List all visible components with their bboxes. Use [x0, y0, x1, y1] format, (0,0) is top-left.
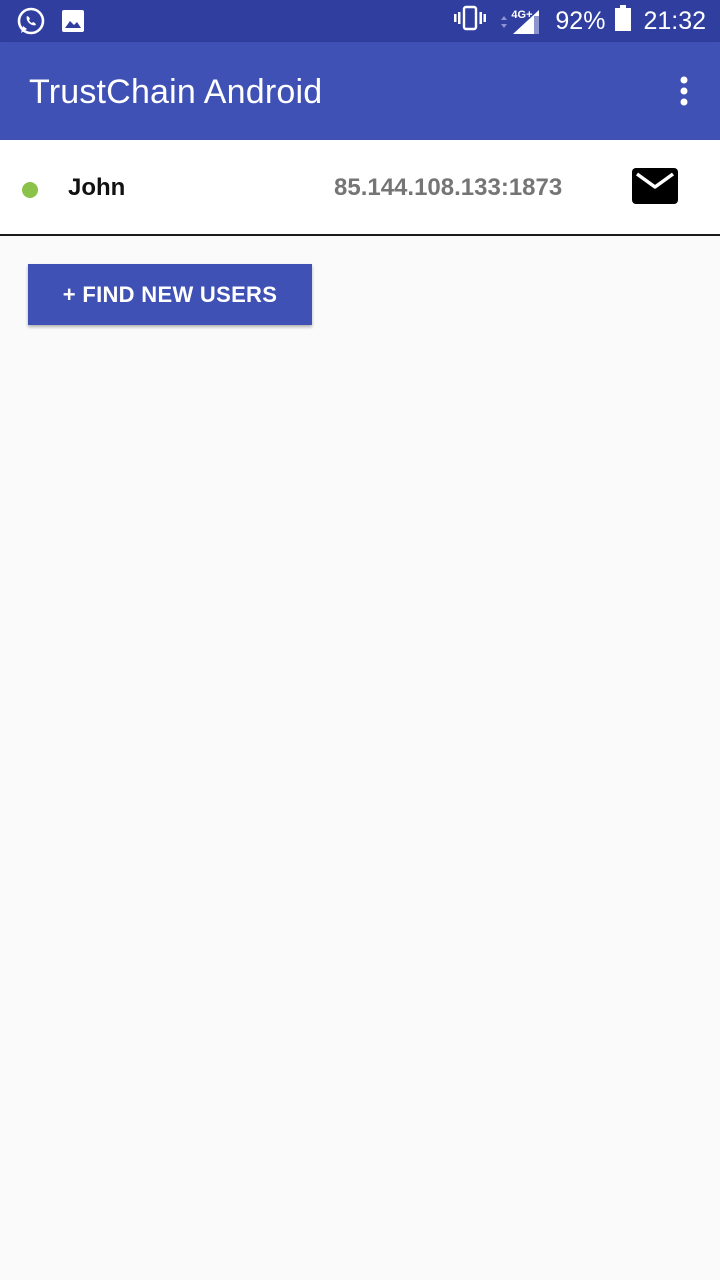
status-bar: 4G+ 92% 21:32: [0, 0, 720, 42]
app-title: TrustChain Android: [29, 73, 323, 111]
user-address: 85.144.108.133:1873: [334, 174, 563, 201]
network-type-label: 4G+: [511, 9, 533, 21]
battery-percent: 92%: [555, 6, 606, 35]
user-name: John: [68, 174, 126, 201]
battery-icon: [615, 4, 632, 38]
whatsapp-icon: [16, 6, 46, 41]
status-bar-notifications: [16, 6, 86, 41]
image-icon: [60, 8, 86, 39]
online-status-indicator: [22, 182, 38, 198]
vibrate-icon: [453, 5, 487, 38]
user-list-item[interactable]: John 85.144.108.133:1873: [0, 140, 720, 236]
more-vert-icon[interactable]: [674, 76, 694, 106]
status-bar-system: 4G+ 92% 21:32: [453, 0, 706, 42]
signal-4g-icon: 4G+: [497, 6, 541, 36]
clock: 21:32: [643, 6, 706, 35]
mail-icon[interactable]: [632, 168, 678, 204]
app-bar: TrustChain Android: [0, 42, 720, 140]
find-new-users-button[interactable]: + FIND NEW USERS: [28, 264, 312, 325]
